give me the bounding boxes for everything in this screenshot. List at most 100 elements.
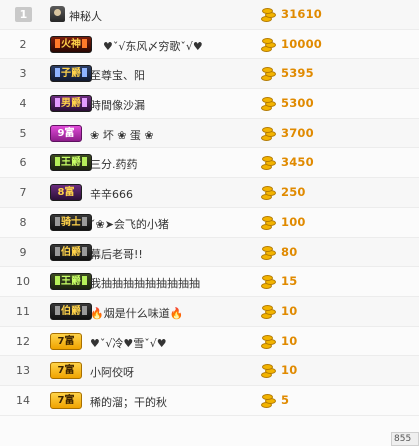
user-name[interactable]: ˇ❀➤会飞的小猪 <box>90 216 169 232</box>
score-value: 3700 <box>281 125 314 140</box>
list-item[interactable]: 5 9富 ❀ 坏 ❀ 蛋 ❀ 3700 <box>0 118 419 149</box>
rank-number: 12 <box>16 334 30 348</box>
coin-icon <box>261 363 276 379</box>
wing-icon <box>82 98 87 108</box>
list-item[interactable]: 6 王爵 三分.药药 3450 <box>0 148 419 179</box>
rank-number: 6 <box>19 156 27 170</box>
level-badge: 8富 <box>50 184 82 202</box>
coin-icon <box>261 126 276 141</box>
score-value: 80 <box>281 244 298 259</box>
score-value: 31610 <box>281 7 323 21</box>
user-name[interactable]: ❀ 坏 ❀ 蛋 ❀ <box>90 127 154 143</box>
wing-icon <box>82 246 87 256</box>
list-item[interactable]: 10 王爵 我抽抽抽抽抽抽抽抽抽 15 <box>0 267 419 297</box>
level-badge: 9富 <box>50 124 82 142</box>
level-badge: 王爵 <box>50 154 92 172</box>
wing-icon <box>55 68 60 78</box>
coin-icon <box>261 393 276 408</box>
score-value: 15 <box>281 274 298 289</box>
rank-number: 3 <box>19 67 27 81</box>
user-name[interactable]: ♥ˇ√冷♥雪ˇ√♥ <box>90 335 167 351</box>
flame-icon <box>55 38 60 48</box>
coin-icon <box>261 66 276 82</box>
coin-icon <box>261 304 276 319</box>
coin-icon <box>261 215 276 230</box>
flame-icon <box>82 38 87 48</box>
score-value: 100 <box>281 214 306 229</box>
coin-icon <box>261 274 276 290</box>
list-item[interactable]: 4 男爵 時間像沙漏 5300 <box>0 89 419 119</box>
level-badge: 王爵 <box>50 273 92 291</box>
list-item[interactable]: 11 伯爵 🔥烟是什么味道🔥 10 <box>0 296 419 327</box>
user-name[interactable]: 神秘人 <box>69 8 102 24</box>
rank-number: 2 <box>19 37 27 51</box>
list-item[interactable]: 12 7富 ♥ˇ√冷♥雪ˇ√♥ 10 <box>0 327 419 357</box>
user-name[interactable]: 辛辛666 <box>90 186 133 202</box>
wing-icon <box>82 276 87 286</box>
level-badge: 男爵 <box>50 95 92 113</box>
wing-icon <box>55 276 60 286</box>
list-item[interactable]: 9 伯爵 幕后老哥!! 80 <box>0 237 419 268</box>
wing-icon <box>82 305 87 315</box>
user-name[interactable]: 我抽抽抽抽抽抽抽抽抽 <box>90 275 200 291</box>
level-badge: 骑士 <box>50 213 92 231</box>
rank-number: 11 <box>16 304 30 318</box>
wing-icon <box>82 68 87 78</box>
rank-number: 9 <box>19 245 27 259</box>
level-badge: 子爵 <box>50 65 92 83</box>
list-item[interactable]: 3 子爵 至尊宝、阳 5395 <box>0 59 419 90</box>
level-badge: 火神 <box>50 35 92 53</box>
score-value: 10000 <box>281 36 323 51</box>
user-name[interactable]: 小阿佼呀 <box>90 364 134 380</box>
mystery-user-avatar-icon <box>50 6 65 22</box>
coin-icon <box>261 245 276 260</box>
coin-icon <box>261 155 276 171</box>
score-value: 10 <box>281 333 298 348</box>
ranking-list: 1 神秘人 31610 2 火神 ♥ˇ√东风〆穷歌ˇ√♥ 10000 3 子爵 … <box>0 0 419 416</box>
rank-number: 10 <box>16 275 30 289</box>
rank-number: 5 <box>19 126 27 140</box>
score-value: 10 <box>281 303 298 318</box>
coin-icon <box>261 96 276 112</box>
user-name[interactable]: 🔥烟是什么味道🔥 <box>90 305 183 321</box>
wing-icon <box>55 98 60 108</box>
rank-number: 14 <box>16 393 30 407</box>
level-badge: 伯爵 <box>50 302 92 320</box>
list-item[interactable]: 1 神秘人 31610 <box>0 0 419 30</box>
list-item[interactable]: 2 火神 ♥ˇ√东风〆穷歌ˇ√♥ 10000 <box>0 30 419 60</box>
wing-icon <box>82 157 87 167</box>
score-value: 250 <box>281 185 306 200</box>
level-badge: 7富 <box>50 332 82 350</box>
level-badge: 7富 <box>50 391 82 409</box>
wing-icon <box>82 216 87 226</box>
coin-icon <box>261 185 276 201</box>
level-badge: 7富 <box>50 362 82 380</box>
list-item[interactable]: 14 7富 稀的溜；干的秋 5 <box>0 386 419 416</box>
wing-icon <box>55 246 60 256</box>
wing-icon <box>55 305 60 315</box>
coin-icon <box>261 7 276 22</box>
list-item[interactable]: 8 骑士 ˇ❀➤会飞的小猪 100 <box>0 208 419 238</box>
score-value: 3450 <box>281 155 314 170</box>
rank-number: 4 <box>19 97 27 111</box>
score-value: 10 <box>281 363 298 378</box>
wing-icon <box>55 157 60 167</box>
level-badge: 伯爵 <box>50 243 92 261</box>
wing-icon <box>55 216 60 226</box>
user-name[interactable]: 稀的溜；干的秋 <box>90 394 167 410</box>
score-value: 5395 <box>281 66 314 81</box>
rank-number: 13 <box>16 364 30 378</box>
list-item[interactable]: 13 7富 小阿佼呀 10 <box>0 356 419 386</box>
user-name[interactable]: ♥ˇ√东风〆穷歌ˇ√♥ <box>103 38 203 54</box>
user-name[interactable]: 時間像沙漏 <box>90 97 145 113</box>
rank-number: 1 <box>15 7 32 22</box>
rank-number: 8 <box>19 215 27 229</box>
scroll-indicator[interactable]: 855 <box>391 432 419 446</box>
rank-number: 7 <box>19 186 27 200</box>
coin-icon <box>261 37 276 52</box>
user-name[interactable]: 至尊宝、阳 <box>90 67 145 83</box>
score-value: 5 <box>281 392 290 407</box>
user-name[interactable]: 三分.药药 <box>90 156 138 172</box>
list-item[interactable]: 7 8富 辛辛666 250 <box>0 178 419 208</box>
user-name[interactable]: 幕后老哥!! <box>90 246 143 262</box>
